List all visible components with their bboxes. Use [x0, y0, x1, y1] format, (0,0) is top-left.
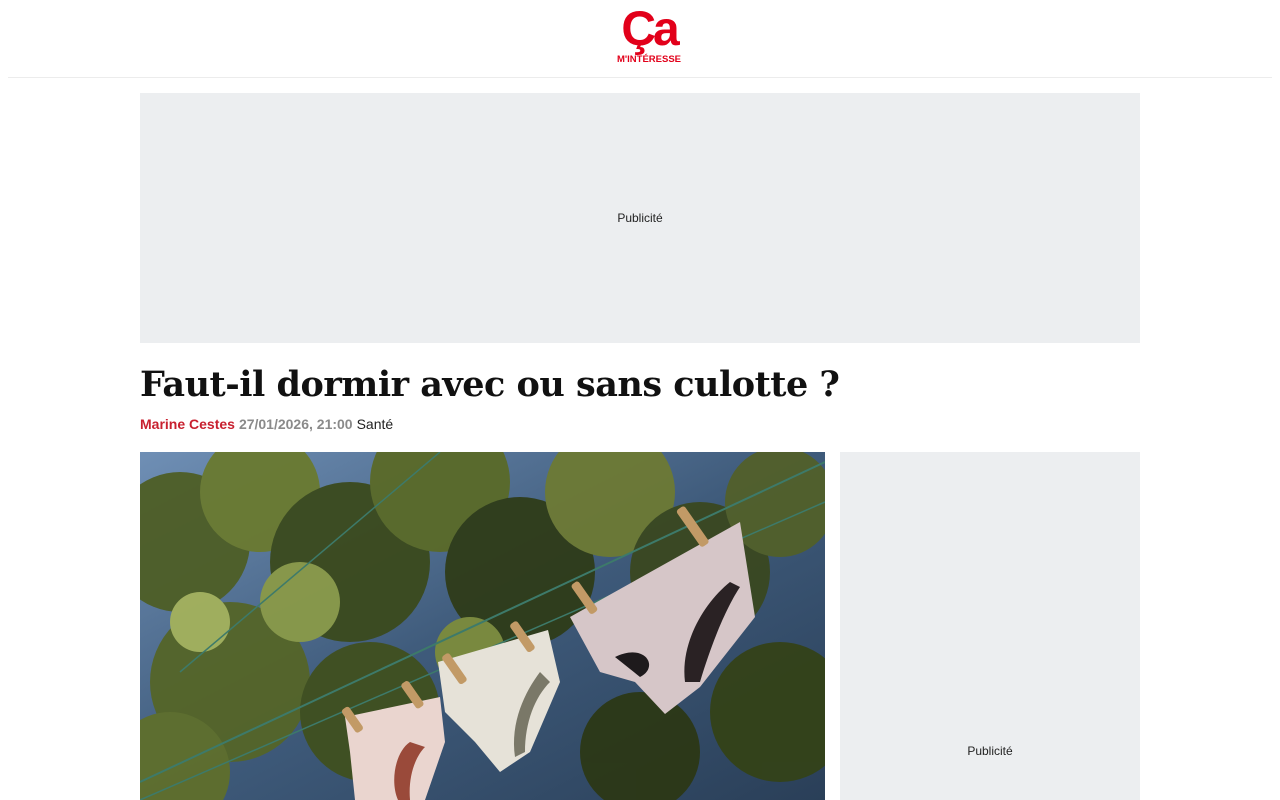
- ad-label: Publicité: [617, 211, 663, 225]
- author-link[interactable]: Marine Cestes: [140, 416, 235, 432]
- ad-label: Publicité: [967, 744, 1013, 758]
- category-link[interactable]: Santé: [357, 416, 394, 432]
- top-ad-banner[interactable]: Publicité: [140, 93, 1140, 343]
- sidebar-ad[interactable]: Publicité: [840, 452, 1140, 800]
- clothesline-illustration: [140, 452, 825, 800]
- article-meta: Marine Cestes 27/01/2026, 21:00 Santé: [140, 415, 393, 433]
- article-hero-image: [140, 452, 825, 800]
- logo-wordmark: Ça: [621, 3, 679, 56]
- publish-date: 27/01/2026, 21:00: [238, 416, 353, 432]
- site-header: Ça M'INTÉRESSE: [8, 0, 1272, 78]
- logo-subtitle: M'INTÉRESSE: [616, 54, 682, 65]
- article-title: Faut-il dormir avec ou sans culotte ?: [140, 364, 840, 405]
- site-logo[interactable]: Ça M'INTÉRESSE: [612, 3, 686, 70]
